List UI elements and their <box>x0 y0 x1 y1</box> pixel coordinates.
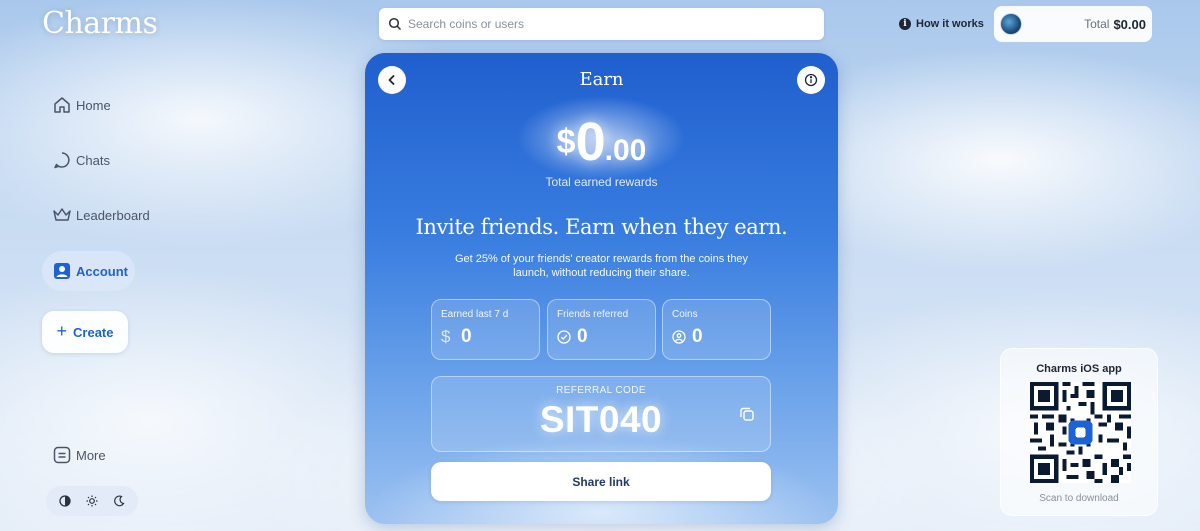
stat-label: Coins <box>672 309 698 320</box>
amount-integer: 0 <box>575 112 606 172</box>
stat-value: 0 <box>461 326 472 347</box>
amount-decimal: .00 <box>604 134 647 167</box>
search-bar <box>379 8 824 40</box>
headline: Invite friends. Earn when they earn. <box>415 215 788 239</box>
wallet-total[interactable]: Total $0.00 <box>994 6 1152 42</box>
sidebar-item-leaderboard[interactable]: Leaderboard <box>52 203 150 227</box>
moon-icon <box>113 495 125 507</box>
theme-toggle <box>46 486 138 516</box>
amount-caption: Total earned rewards <box>545 175 658 189</box>
more-icon <box>53 446 71 464</box>
stat-friends-referred: Friends referred 0 <box>547 299 656 360</box>
referral-code-box: REFERRAL CODE SIT040 <box>431 376 771 452</box>
earned-amount: $0.00 <box>365 111 838 173</box>
check-circle-icon <box>557 330 571 344</box>
share-link-button[interactable]: Share link <box>431 462 771 501</box>
info-icon <box>804 73 818 87</box>
dark-theme-button[interactable] <box>110 492 128 510</box>
stat-earned-last-7d: Earned last 7 d $ 0 <box>431 299 540 360</box>
info-icon: i <box>899 18 911 30</box>
sidebar-item-label: More <box>76 447 106 463</box>
sidebar-item-label: Home <box>76 97 111 113</box>
how-it-works-label: How it works <box>916 18 984 30</box>
stat-label: Friends referred <box>557 309 629 320</box>
card-title: Earn <box>579 69 624 90</box>
create-button[interactable]: + Create <box>42 311 128 353</box>
sidebar-item-label: Leaderboard <box>76 207 150 223</box>
sidebar-item-more[interactable]: More <box>52 443 106 467</box>
stat-coins: Coins 0 <box>662 299 771 360</box>
plus-icon: + <box>56 320 68 341</box>
sun-icon <box>86 495 98 507</box>
stat-value: 0 <box>577 326 588 347</box>
description: Get 25% of your friends' creator rewards… <box>454 253 749 279</box>
dollar-icon: $ <box>441 327 451 346</box>
sidebar-item-home[interactable]: Home <box>52 93 111 117</box>
sidebar-item-chats[interactable]: Chats <box>52 148 110 172</box>
total-value: $0.00 <box>1113 16 1146 32</box>
total-label: Total <box>1084 17 1110 31</box>
create-label: Create <box>73 324 114 340</box>
crown-icon <box>53 208 71 221</box>
coin-icon <box>672 330 686 344</box>
stat-value: 0 <box>692 326 703 347</box>
copy-icon[interactable] <box>738 405 756 423</box>
stat-label: Earned last 7 d <box>441 309 509 320</box>
qr-code[interactable] <box>1030 382 1131 483</box>
sidebar-item-label: Chats <box>76 152 110 168</box>
app-card-title: Charms iOS app <box>1036 363 1122 375</box>
search-icon <box>388 17 402 31</box>
info-button[interactable] <box>797 66 825 94</box>
charms-logo[interactable]: Charms <box>42 6 158 41</box>
light-theme-button[interactable] <box>83 492 101 510</box>
account-icon <box>54 263 70 279</box>
contrast-theme-button[interactable] <box>56 492 74 510</box>
chat-icon <box>54 152 70 169</box>
home-icon <box>54 97 70 113</box>
ios-app-card: Charms iOS app Scan to download <box>1000 348 1158 516</box>
earn-card: Earn $0.00 Total earned rewards Invite f… <box>365 53 838 524</box>
how-it-works-link[interactable]: i How it works <box>899 16 984 32</box>
avatar <box>1000 13 1022 35</box>
amount-currency: $ <box>556 123 576 161</box>
search-input[interactable] <box>408 17 808 31</box>
referral-code: SIT040 <box>539 399 663 440</box>
sidebar-item-account[interactable]: Account <box>42 251 135 291</box>
contrast-icon <box>59 495 71 507</box>
scan-caption: Scan to download <box>1039 493 1119 504</box>
sidebar-item-label: Account <box>76 263 128 279</box>
referral-label: REFERRAL CODE <box>556 385 646 396</box>
